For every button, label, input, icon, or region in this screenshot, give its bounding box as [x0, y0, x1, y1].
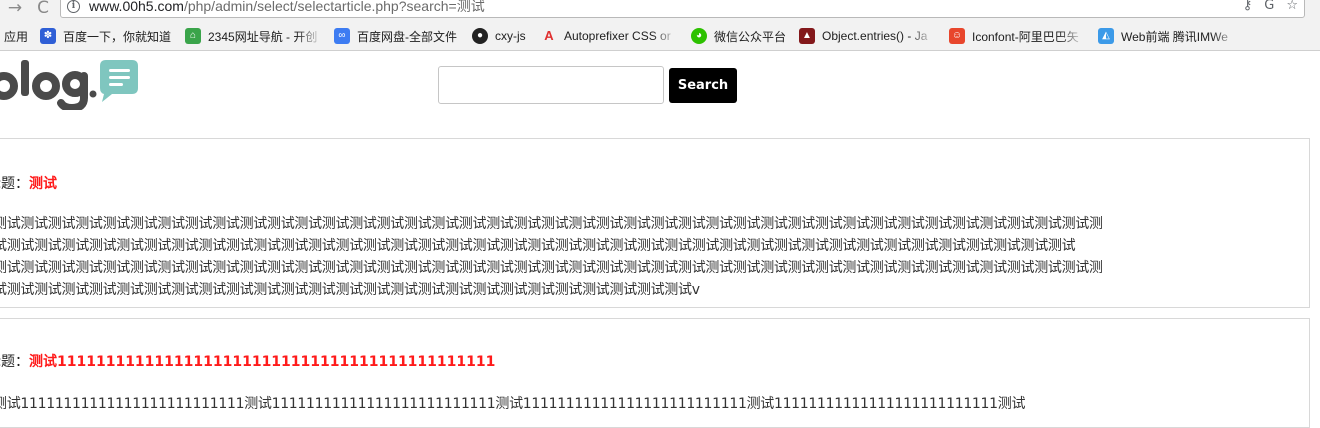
forward-arrow-icon[interactable]: →: [6, 0, 24, 18]
bookmark-iconfont[interactable]: ☺ Iconfont-阿里巴巴矢: [949, 27, 1085, 45]
search-input[interactable]: [438, 66, 664, 104]
wechat-icon: ◕: [691, 28, 707, 44]
article-body-line: 试测试测试测试测试测试测试测试测试测试测试测试测试测试测试测试测试测试测试测试测…: [0, 238, 1076, 254]
bookmark-baidu[interactable]: ✽ 百度一下，你就知道: [40, 27, 176, 45]
iconfont-icon: ☺: [949, 28, 965, 44]
bookmark-baidu-netdisk[interactable]: ∞ 百度网盘-全部文件: [334, 27, 457, 45]
bookmark-label: 微信公众平台: [714, 29, 787, 44]
article-title: 标题：测试11111111111111111111111111111111111…: [0, 353, 495, 371]
bookmark-fade: [1059, 27, 1085, 45]
blog-logo[interactable]: [0, 58, 140, 110]
bookmark-imweb[interactable]: ◭ Web前端 腾讯IMWe: [1098, 27, 1238, 45]
article-body-line: 试测试测试测试测试测试测试测试测试测试测试测试测试测试测试测试测试测试测试测试测…: [0, 282, 700, 298]
url-host: www.00h5.com: [89, 0, 184, 14]
article-body-line: 测试测试测试测试测试测试测试测试测试测试测试测试测试测试测试测试测试测试测试测试…: [0, 216, 1103, 232]
url-path: /php/admin/select/selectarticle.php?sear…: [183, 0, 485, 14]
translate-icon[interactable]: G: [1264, 0, 1274, 14]
address-bar[interactable]: i www.00h5.com/php/admin/select/selectar…: [60, 0, 1305, 18]
bookmark-wechat[interactable]: ◕ 微信公众平台: [691, 27, 786, 45]
key-icon[interactable]: ⚷: [1243, 0, 1253, 14]
article-title-value[interactable]: 测试11111111111111111111111111111111111111…: [29, 354, 495, 370]
site-info-icon[interactable]: i: [67, 0, 80, 13]
search-button[interactable]: Search: [669, 68, 737, 103]
autoprefixer-icon: A: [544, 28, 554, 43]
article-title-label: 标题：: [0, 354, 29, 370]
github-icon: ●: [472, 28, 488, 44]
article-body-line: 测试11111111111111111111111111测试1111111111…: [0, 396, 1026, 412]
baidu-netdisk-icon: ∞: [334, 28, 350, 44]
bookmarks-bar: 应用 ✽ 百度一下，你就知道 ⌂ 2345网址导航 - 开创 ∞ 百度网盘-全部…: [0, 20, 1320, 51]
baidu-paw-icon: ✽: [40, 28, 56, 44]
imweb-icon: ◭: [1098, 28, 1114, 44]
article-title: 标题：测试: [0, 175, 57, 193]
bookmark-cxy-js[interactable]: ● cxy-js: [472, 27, 526, 45]
bookmark-label: cxy-js: [495, 29, 526, 43]
article-title-value[interactable]: 测试: [29, 176, 57, 192]
url-text[interactable]: www.00h5.com/php/admin/select/selectarti…: [89, 0, 485, 14]
bookmark-fade: [297, 27, 323, 45]
bookmark-fade: [652, 27, 678, 45]
bookmark-autoprefixer[interactable]: A Autoprefixer CSS or: [541, 27, 678, 45]
article-title-label: 标题：: [0, 176, 29, 192]
address-bar-actions: ⚷ G ☆: [1243, 0, 1298, 14]
bookmark-fade: [909, 27, 935, 45]
mdn-icon: ▲: [799, 28, 815, 44]
bookmark-2345[interactable]: ⌂ 2345网址导航 - 开创: [185, 27, 323, 45]
star-icon[interactable]: ☆: [1286, 0, 1298, 14]
article-body-line: 测试测试测试测试测试测试测试测试测试测试测试测试测试测试测试测试测试测试测试测试…: [0, 260, 1103, 276]
article-card: 标题：测试 测试测试测试测试测试测试测试测试测试测试测试测试测试测试测试测试测试…: [0, 138, 1310, 308]
bookmark-fade: [1212, 27, 1238, 45]
reload-icon[interactable]: C: [34, 0, 52, 18]
2345-icon: ⌂: [185, 28, 201, 44]
bookmark-label: 应用: [4, 29, 29, 44]
browser-address-row: → C i www.00h5.com/php/admin/select/sele…: [0, 0, 1320, 20]
bookmark-label: 百度网盘-全部文件: [357, 29, 457, 44]
bookmark-apps[interactable]: 应用: [4, 27, 28, 45]
article-card: 标题：测试11111111111111111111111111111111111…: [0, 318, 1310, 428]
bookmark-label: 百度一下，你就知道: [63, 29, 172, 44]
bookmark-mdn[interactable]: ▲ Object.entries() - Ja: [799, 27, 935, 45]
